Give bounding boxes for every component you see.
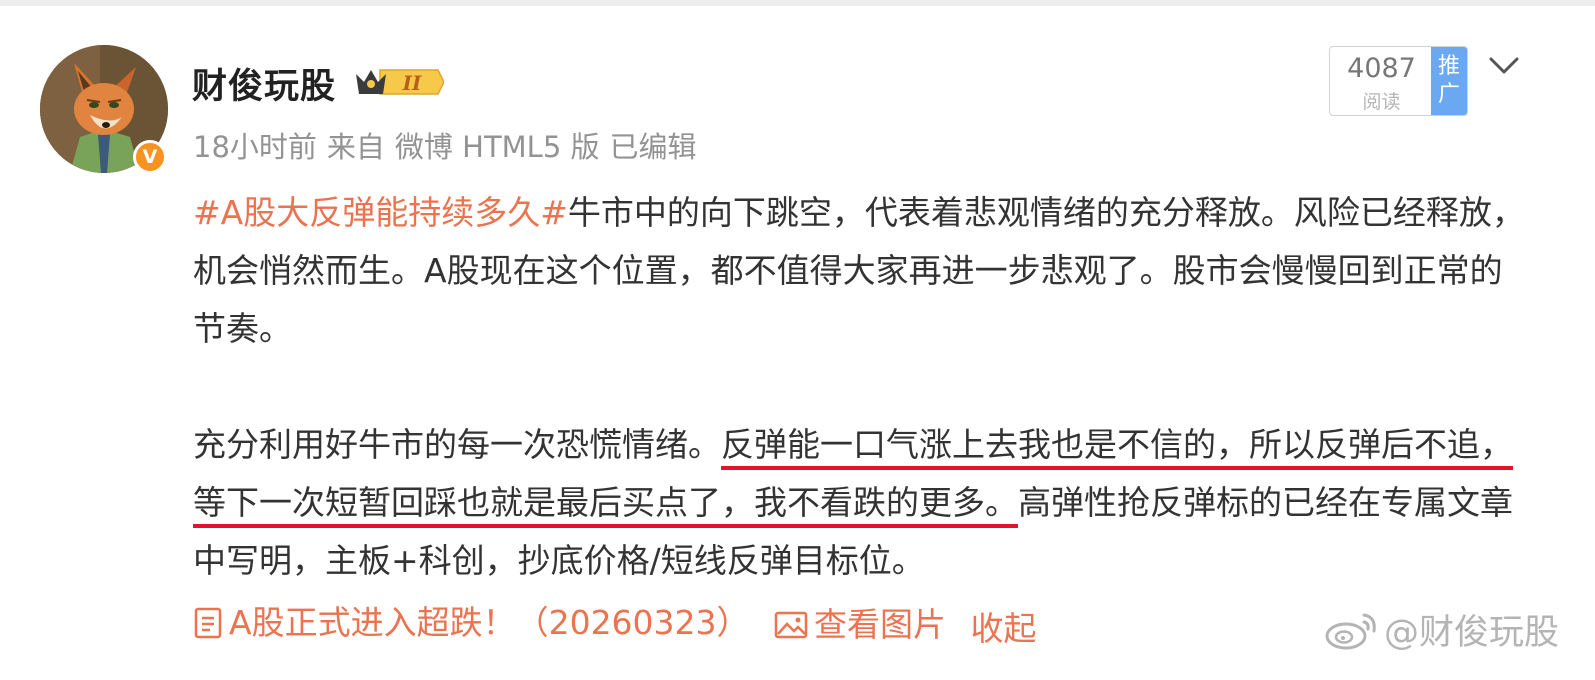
- view-images-link[interactable]: 查看图片: [774, 600, 946, 650]
- post-source[interactable]: 微博 HTML5 版: [395, 130, 600, 164]
- vip-level-label: II: [402, 71, 422, 95]
- promote-button[interactable]: 推广: [1431, 47, 1467, 115]
- read-count: 4087: [1347, 53, 1416, 84]
- post-links: A股正式进入超跌！（20260323） 查看图片 收起: [193, 598, 1051, 654]
- author-name[interactable]: 财俊玩股: [192, 58, 336, 109]
- weibo-logo-icon: [1325, 613, 1376, 649]
- collapse-link[interactable]: 收起: [971, 604, 1037, 654]
- source-prefix: 来自: [326, 130, 385, 164]
- read-count-box: 4087 阅读 推广: [1329, 46, 1468, 116]
- post-meta: 18小时前 来自 微博 HTML5 版已编辑: [193, 124, 707, 166]
- chevron-down-icon[interactable]: [1487, 54, 1521, 78]
- top-divider: [0, 0, 1595, 6]
- watermark-text: @财俊玩股: [1383, 613, 1559, 653]
- view-images-label: 查看图片: [814, 605, 947, 644]
- post-content: #A股大反弹能持续多久#牛市中的向下跳空，代表着悲观情绪的充分释放。风险已经释放…: [193, 184, 1533, 590]
- edited-label[interactable]: 已编辑: [610, 130, 697, 164]
- image-icon: [774, 611, 808, 639]
- watermark: @财俊玩股: [1324, 604, 1559, 655]
- article-link[interactable]: A股正式进入超跌！（20260323）: [193, 598, 750, 648]
- paragraph-1: #A股大反弹能持续多久#牛市中的向下跳空，代表着悲观情绪的充分释放。风险已经释放…: [193, 184, 1533, 358]
- post-time[interactable]: 18小时前: [193, 130, 317, 164]
- verified-icon: V: [133, 140, 167, 174]
- collapse-label: 收起: [970, 609, 1037, 648]
- paragraph-2-intro: 充分利用好牛市的每一次恐慌情绪。: [193, 425, 721, 464]
- article-icon: [194, 607, 222, 639]
- article-link-label: A股正式进入超跌！（20260323）: [229, 603, 750, 642]
- vip-crown-icon[interactable]: II: [352, 64, 445, 100]
- read-count-label: 阅读: [1362, 91, 1401, 113]
- paragraph-2: 充分利用好牛市的每一次恐慌情绪。反弹能一口气涨上去我也是不信的，所以反弹后不追，…: [193, 416, 1533, 590]
- topic-hashtag-link[interactable]: #A股大反弹能持续多久#: [193, 193, 568, 232]
